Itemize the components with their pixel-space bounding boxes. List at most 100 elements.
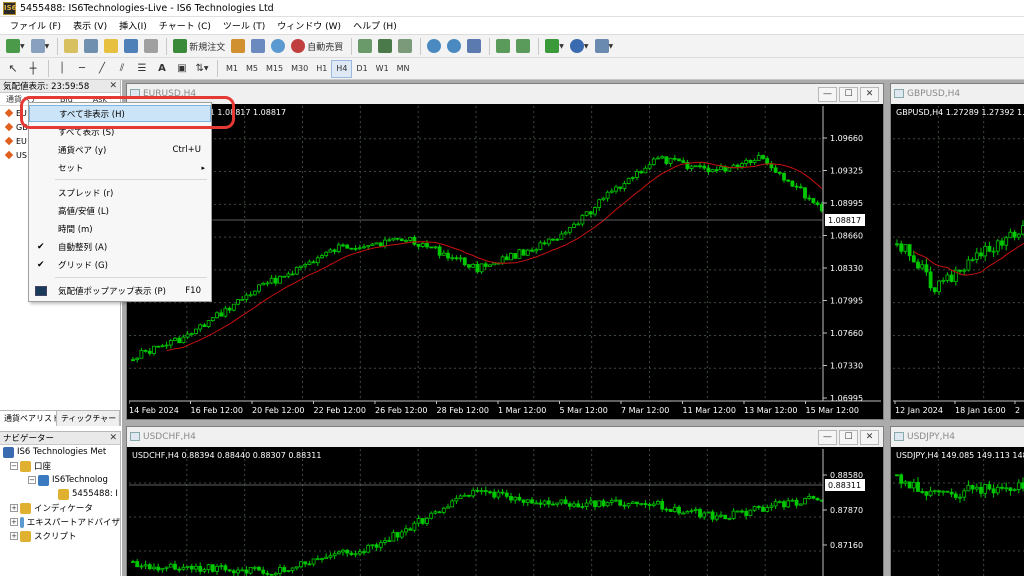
auto-trading-button[interactable]: 自動売買 [289,37,345,55]
menu-file[interactable]: ファイル (F) [4,19,67,32]
menu-tools[interactable]: ツール (T) [217,19,271,32]
equidistant-channel-button[interactable]: ⫽ [113,60,131,78]
chart-canvas[interactable]: USDJPY,H4 149.085 149.113 148 [893,449,1024,576]
market-button[interactable] [269,37,287,55]
indicators-button[interactable]: ▼ [543,37,566,55]
timeframe-h1[interactable]: H1 [312,60,331,78]
menu-item-symbols[interactable]: 通貨ペア (y) Ctrl+U [29,141,211,158]
chart-window-usdjpy[interactable]: USDJPY,H4 USDJPY,H4 149.085 149.113 148 [890,426,1024,576]
nav-item-account[interactable]: 5455488: I [0,487,120,501]
chart-canvas[interactable]: EURUSD,H4 1.08901 1.08817 1.08817 1.0966… [129,106,881,417]
timeframe-w1[interactable]: W1 [372,60,393,78]
profiles-button[interactable]: ▼ [29,37,52,55]
chart-window-usdchf[interactable]: USDCHF,H4 — ☐ ✕ USDCHF,H4 0.88394 0.8844… [126,426,884,576]
candlestick-button[interactable] [376,37,394,55]
crosshair-button[interactable]: ┼ [24,60,42,78]
signals-button[interactable] [249,37,267,55]
vertical-line-button[interactable]: │ [53,60,71,78]
chart-titlebar[interactable]: USDJPY,H4 [891,427,1024,447]
chart-titlebar[interactable]: USDCHF,H4 — ☐ ✕ [127,427,883,447]
strategy-tester-button[interactable] [142,37,160,55]
minimize-button[interactable]: — [818,430,837,445]
auto-scroll-button[interactable] [514,37,532,55]
close-icon[interactable]: ✕ [109,433,117,443]
menu-help[interactable]: ヘルプ (H) [347,19,403,32]
zoom-in-button[interactable] [425,37,443,55]
bar-chart-button[interactable] [356,37,374,55]
menu-charts[interactable]: チャート (C) [153,19,217,32]
tab-tick-chart[interactable]: ティックチャート [57,411,120,426]
nav-item-experts[interactable]: + エキスパートアドバイザ [0,515,120,529]
periods-button[interactable]: ▼ [568,37,591,55]
tile-windows-button[interactable] [465,37,483,55]
close-button[interactable]: ✕ [860,430,879,445]
chart-shift-button[interactable] [494,37,512,55]
menu-item-spread[interactable]: スプレッド (r) [29,184,211,201]
maximize-button[interactable]: ☐ [839,87,858,102]
candle-body [748,509,753,516]
menu-item-time[interactable]: 時間 (m) [29,220,211,237]
new-chart-button[interactable]: ▼ [4,37,27,55]
expand-icon[interactable]: + [10,504,18,512]
menu-insert[interactable]: 挿入(I) [113,19,153,32]
symbol-diamond-icon [4,108,14,118]
price-label: 1.07660 [830,329,863,338]
templates-button[interactable]: ▼ [593,37,616,55]
nav-item-indicators[interactable]: + インディケータ [0,501,120,515]
timeframe-m15[interactable]: M15 [262,60,287,78]
close-icon[interactable]: ✕ [109,81,117,91]
chart-titlebar[interactable]: EURUSD,H4 — ☐ ✕ [127,84,883,104]
timeframe-d1[interactable]: D1 [352,60,371,78]
navigator-button[interactable] [102,37,120,55]
zoom-out-button[interactable] [445,37,463,55]
symbol-name: GB [16,122,28,132]
tab-symbols[interactable]: 通貨ペアリスト [0,411,57,426]
nav-item-accounts[interactable]: − 口座 [0,459,120,473]
nav-item-server[interactable]: − IS6Technolog [0,473,120,487]
chart-window-gbpusd[interactable]: GBPUSD,H4 GBPUSD,H4 1.27289 1.27392 1.27… [890,83,1024,420]
trendline-button[interactable]: ╱ [93,60,111,78]
horizontal-line-button[interactable]: ─ [73,60,91,78]
timeframe-h4[interactable]: H4 [331,59,353,78]
menu-item-popup-prices[interactable]: 気配値ポップアップ表示 (P) F10 [29,282,211,299]
chart-titlebar[interactable]: GBPUSD,H4 [891,84,1024,104]
chart-window-eurusd[interactable]: EURUSD,H4 — ☐ ✕ EURUSD,H4 1.08901 1.0881… [126,83,884,420]
timeframe-m5[interactable]: M5 [242,60,262,78]
text-tool-button[interactable]: A [153,60,171,78]
data-window-button[interactable] [82,37,100,55]
menu-window[interactable]: ウィンドウ (W) [271,19,347,32]
timeframe-m30[interactable]: M30 [287,60,312,78]
timeframe-m1[interactable]: M1 [222,60,242,78]
fibonacci-button[interactable]: ☰ [133,60,151,78]
menu-item-grid[interactable]: ✔ グリッド (G) [29,256,211,273]
nav-item-scripts[interactable]: + スクリプト [0,529,120,543]
metaeditor-button[interactable] [229,37,247,55]
close-button[interactable]: ✕ [860,87,879,102]
maximize-button[interactable]: ☐ [839,430,858,445]
terminal-button[interactable] [122,37,140,55]
arrows-button[interactable]: ⇅ ▼ [193,60,211,78]
menu-item-high-low[interactable]: 高値/安値 (L) [29,202,211,219]
collapse-icon[interactable]: − [28,476,36,484]
collapse-icon[interactable]: − [10,462,18,470]
market-watch-button[interactable] [62,37,80,55]
chart-canvas[interactable]: USDCHF,H4 0.88394 0.88440 0.88307 0.8831… [129,449,881,576]
menu-item-sets[interactable]: セット ▸ [29,159,211,176]
cursor-button[interactable]: ↖ [4,60,22,78]
text-label-button[interactable]: ▣ [173,60,191,78]
expand-icon[interactable]: + [10,518,18,526]
toolbar-separator [538,37,540,55]
line-chart-button[interactable] [396,37,414,55]
candle-body [1004,487,1009,490]
minimize-button[interactable]: — [818,87,837,102]
candle-body [719,514,723,517]
nav-item-root[interactable]: IS6 Technologies Met [0,445,120,459]
menu-item-show-all[interactable]: すべて表示 (S) [29,123,211,140]
expand-icon[interactable]: + [10,532,18,540]
chart-canvas[interactable]: GBPUSD,H4 1.27289 1.27392 1.27 12 Jan 20… [893,106,1024,417]
menu-view[interactable]: 表示 (V) [67,19,113,32]
menu-item-hide-all[interactable]: すべて非表示 (H) [29,105,211,122]
timeframe-mn[interactable]: MN [393,60,414,78]
menu-item-auto-arrange[interactable]: ✔ 自動整列 (A) [29,238,211,255]
new-order-button[interactable]: 新規注文 [171,37,227,55]
